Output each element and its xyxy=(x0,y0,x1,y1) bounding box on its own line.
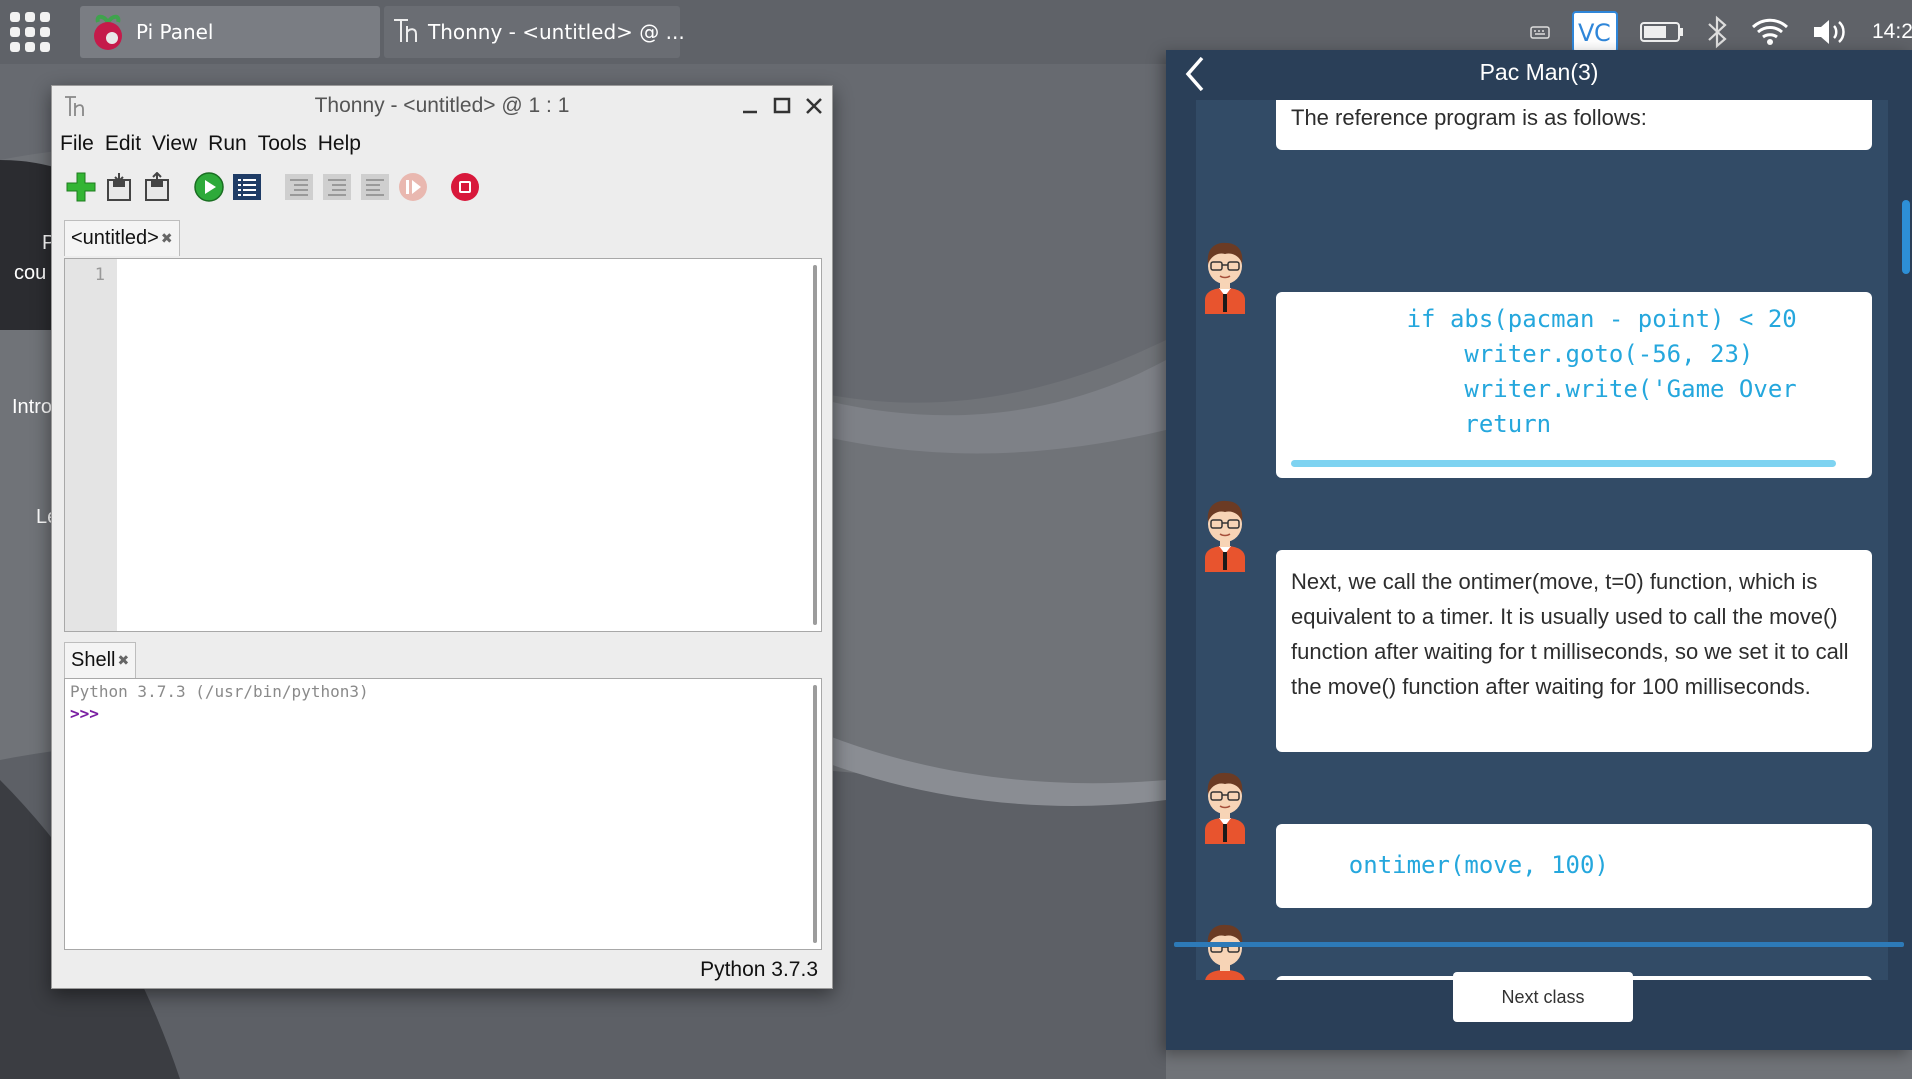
bluetooth-icon[interactable] xyxy=(1706,15,1728,49)
vnc-icon[interactable]: VC xyxy=(1572,11,1618,53)
code-snippet: ontimer(move, 100) xyxy=(1291,851,1609,879)
menu-tools[interactable]: Tools xyxy=(258,132,307,156)
shell-console[interactable]: Python 3.7.3 (/usr/bin/python3) >>> xyxy=(64,678,822,950)
thonny-window: Thonny - <untitled> @ 1 : 1 File Edit Vi… xyxy=(51,85,833,989)
step-out-icon[interactable] xyxy=(358,170,392,204)
panel-scrollbar[interactable] xyxy=(1902,200,1910,274)
battery-icon[interactable] xyxy=(1640,20,1684,44)
line-number: 1 xyxy=(94,265,105,285)
volume-icon[interactable] xyxy=(1812,17,1850,47)
open-file-icon[interactable] xyxy=(102,170,136,204)
taskbar-label-thonny: Thonny - <untitled> @ ... xyxy=(428,20,685,44)
close-icon[interactable] xyxy=(802,94,826,118)
minimize-icon[interactable] xyxy=(738,94,762,118)
teacher-avatar-icon xyxy=(1200,234,1250,314)
taskbar-label-pi-panel: Pi Panel xyxy=(136,20,214,44)
menu-bar: File Edit View Run Tools Help xyxy=(52,126,832,162)
app-launcher-icon[interactable] xyxy=(10,12,50,52)
teacher-avatar-icon xyxy=(1200,492,1250,572)
toolbar xyxy=(52,162,832,212)
message-bubble: Next, we call the ontimer(move, t=0) fun… xyxy=(1276,550,1872,752)
message-bubble: The reference program is as follows: xyxy=(1276,100,1872,150)
resume-icon[interactable] xyxy=(396,170,430,204)
code-bubble: if abs(pacman - point) < 20 writer.goto(… xyxy=(1276,292,1872,478)
menu-edit[interactable]: Edit xyxy=(105,132,141,156)
debug-icon[interactable] xyxy=(230,170,264,204)
menu-file[interactable]: File xyxy=(60,132,94,156)
shell-prompt: >>> xyxy=(70,704,99,723)
step-over-icon[interactable] xyxy=(282,170,316,204)
line-number-gutter: 1 xyxy=(65,259,117,631)
code-snippet: if abs(pacman - point) < 20 writer.goto(… xyxy=(1406,305,1797,438)
window-title: Thonny - <untitled> @ 1 : 1 xyxy=(314,94,570,117)
taskbar-item-thonny[interactable]: Thonny - <untitled> @ ... xyxy=(384,6,685,58)
keyboard-icon[interactable] xyxy=(1530,24,1550,40)
taskbar-item-pi-panel[interactable]: Pi Panel xyxy=(80,6,380,58)
message-text: The reference program is as follows: xyxy=(1291,105,1647,130)
panel-divider xyxy=(1174,942,1904,947)
menu-help[interactable]: Help xyxy=(318,132,361,156)
shell-banner: Python 3.7.3 (/usr/bin/python3) xyxy=(70,682,369,701)
tab-untitled[interactable]: <untitled> ✖ xyxy=(64,220,180,256)
maximize-icon[interactable] xyxy=(770,94,794,118)
thonny-icon xyxy=(392,16,420,49)
new-file-icon[interactable] xyxy=(64,170,98,204)
shell-scrollbar[interactable] xyxy=(813,685,817,943)
code-hscrollbar[interactable] xyxy=(1291,460,1836,467)
status-bar: Python 3.7.3 xyxy=(700,958,818,981)
code-editor[interactable]: 1 xyxy=(64,258,822,632)
code-bubble: ontimer(move, 100) xyxy=(1276,824,1872,908)
taskbar-clock[interactable]: 14:20 xyxy=(1872,20,1912,44)
wifi-icon[interactable] xyxy=(1750,17,1790,47)
stop-icon[interactable] xyxy=(448,170,482,204)
tab-shell-label: Shell xyxy=(71,649,116,671)
save-file-icon[interactable] xyxy=(140,170,174,204)
run-icon[interactable] xyxy=(192,170,226,204)
tab-shell[interactable]: Shell ✖ xyxy=(64,642,137,678)
teacher-avatar-icon xyxy=(1200,764,1250,844)
editor-scrollbar[interactable] xyxy=(813,265,817,625)
menu-view[interactable]: View xyxy=(152,132,197,156)
chat-content: The reference program is as follows: if … xyxy=(1196,100,1888,980)
close-tab-icon[interactable]: ✖ xyxy=(117,652,129,669)
desktop-label-3: Intro xyxy=(12,396,53,418)
next-class-button[interactable]: Next class xyxy=(1453,972,1633,1022)
message-text: Next, we call the ontimer(move, t=0) fun… xyxy=(1291,569,1849,699)
svg-text:V: V xyxy=(1578,19,1595,47)
menu-run[interactable]: Run xyxy=(208,132,247,156)
step-into-icon[interactable] xyxy=(320,170,354,204)
class-panel: Pac Man(3) The reference program is as f… xyxy=(1166,50,1912,1050)
svg-text:C: C xyxy=(1594,19,1611,47)
tab-untitled-label: <untitled> xyxy=(71,227,159,249)
panel-header: Pac Man(3) xyxy=(1166,50,1912,96)
teacher-avatar-icon xyxy=(1200,916,1250,980)
close-tab-icon[interactable]: ✖ xyxy=(161,230,173,247)
raspberry-icon xyxy=(88,8,128,57)
panel-title: Pac Man(3) xyxy=(1479,59,1599,85)
window-titlebar[interactable]: Thonny - <untitled> @ 1 : 1 xyxy=(52,86,832,126)
desktop-label-2: cou xyxy=(14,262,47,284)
